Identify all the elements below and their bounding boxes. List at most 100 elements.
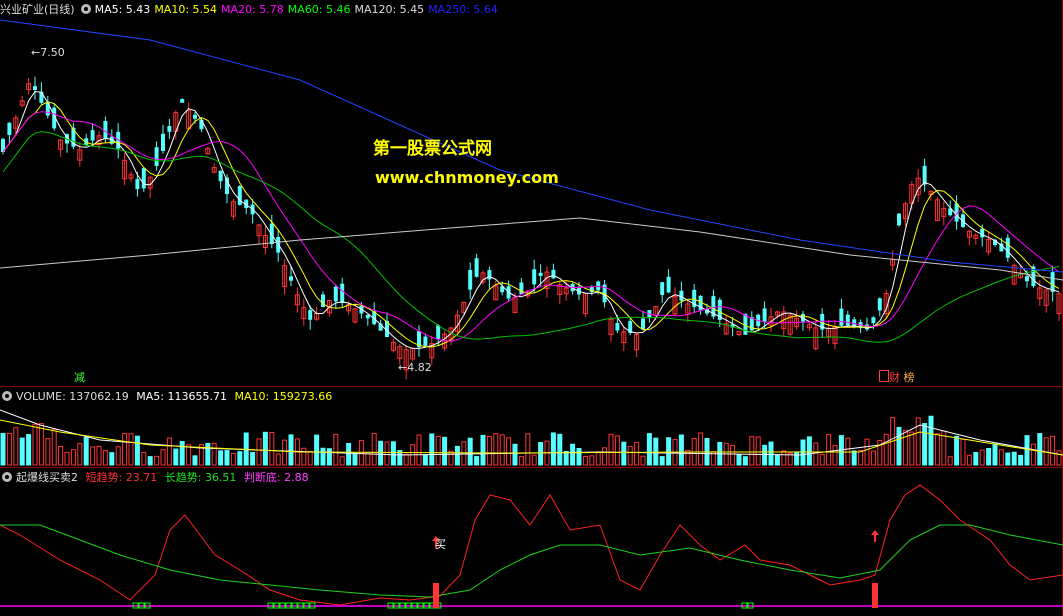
volume-bar xyxy=(173,448,179,466)
volume-bar xyxy=(730,444,736,466)
buy-arrow-icon xyxy=(871,530,879,542)
volume-bar xyxy=(768,441,774,466)
volume-bar xyxy=(806,436,812,466)
candle-body-down xyxy=(877,298,882,311)
candle-body-down xyxy=(7,122,12,135)
volume-bar xyxy=(275,453,281,466)
volume-bar xyxy=(755,436,761,466)
volume-bar xyxy=(192,455,198,466)
candle-body-down xyxy=(180,99,185,103)
volume-bar xyxy=(339,456,345,466)
volume-bar xyxy=(26,434,32,466)
volume-bar xyxy=(288,434,294,466)
volume-bar xyxy=(1005,452,1011,466)
volume-bar xyxy=(883,433,889,466)
low-arrow-icon: ← xyxy=(398,361,408,374)
candle-body-down xyxy=(308,310,313,320)
volume-bar xyxy=(64,451,70,466)
tag-right-1: 财 xyxy=(889,371,900,384)
volume-bar xyxy=(90,446,96,466)
volume-bar xyxy=(442,436,448,466)
volume-bar xyxy=(282,439,288,466)
volume-bar xyxy=(13,427,19,466)
volume-bar xyxy=(1024,435,1030,466)
volume-bar xyxy=(506,437,512,466)
volume-bar xyxy=(538,442,544,466)
volume-bar xyxy=(595,451,601,466)
volume-bar xyxy=(499,434,505,466)
candle-body-down xyxy=(922,165,927,185)
volume-bar xyxy=(326,448,332,466)
volume-bar xyxy=(1050,435,1056,466)
volume-bar xyxy=(378,440,384,466)
high-marker: ←7.50 xyxy=(31,46,65,59)
volume-bar xyxy=(45,438,51,466)
candle-body-down xyxy=(193,114,197,119)
volume-bar xyxy=(589,455,595,466)
candle-body-down xyxy=(423,336,428,346)
candle-body-down xyxy=(141,168,146,189)
volume-bar xyxy=(346,442,352,466)
volume-bar xyxy=(998,449,1004,466)
volume-bar xyxy=(58,446,64,466)
candle-body-down xyxy=(1050,272,1055,292)
candle-body-down xyxy=(154,147,159,166)
volume-bar xyxy=(858,449,864,466)
volume-bar xyxy=(685,449,691,466)
candle-body-down xyxy=(519,282,524,295)
volume-bar xyxy=(666,437,672,466)
candle-body-down xyxy=(135,179,140,190)
tag-right-group[interactable]: 财 榜 xyxy=(879,369,915,385)
candle-body-down xyxy=(218,170,223,182)
candle-body-down xyxy=(39,91,44,103)
candle-body-down xyxy=(199,119,204,130)
buy-signal-label: 买 xyxy=(435,538,446,551)
volume-bar xyxy=(256,438,262,466)
news-icon xyxy=(879,370,889,382)
volume-bar xyxy=(870,450,876,466)
candle-body-down xyxy=(468,269,473,290)
volume-bar xyxy=(851,450,857,466)
volume-bar xyxy=(109,452,115,466)
volume-bar xyxy=(51,428,57,466)
volume-bar xyxy=(659,456,665,466)
volume-bar xyxy=(742,456,748,466)
volume-bar xyxy=(934,433,940,466)
low-marker-value: 4.82 xyxy=(407,361,432,374)
volume-bar xyxy=(698,432,704,466)
volume-bar xyxy=(813,442,819,466)
volume-bar xyxy=(480,434,486,466)
candle-body-down xyxy=(897,213,901,226)
chart-canvas[interactable] xyxy=(0,0,1063,616)
volume-bar xyxy=(0,432,6,466)
volume-bar xyxy=(531,454,537,466)
volume-bar xyxy=(1056,450,1062,466)
volume-bar xyxy=(979,449,985,466)
volume-bar xyxy=(1011,451,1017,466)
stock-chart-window: 兴业矿业(日线) MA5: 5.43 MA10: 5.54 MA20: 5.78 MA6… xyxy=(0,0,1063,616)
volume-bar xyxy=(678,434,684,466)
volume-bar xyxy=(141,452,147,466)
candle-body-down xyxy=(666,276,671,293)
candle-body-down xyxy=(551,269,556,279)
candle-body-down xyxy=(269,223,274,245)
volume-bar xyxy=(416,434,422,466)
tag-left[interactable]: 减 xyxy=(74,369,85,385)
volume-bar xyxy=(627,445,633,466)
volume-bar xyxy=(448,450,454,466)
candle-body-down xyxy=(237,186,242,205)
volume-bar xyxy=(301,447,307,466)
volume-bar xyxy=(762,444,768,466)
volume-bar xyxy=(986,448,992,466)
volume-bar xyxy=(896,426,902,466)
ma250-line xyxy=(0,19,1063,273)
volume-bar xyxy=(909,431,915,466)
volume-bar xyxy=(646,433,652,466)
volume-bar xyxy=(307,450,313,466)
volume-bar xyxy=(96,445,102,466)
volume-bar xyxy=(314,434,320,466)
volume-bar xyxy=(461,441,467,466)
volume-bar xyxy=(653,437,659,466)
volume-bar xyxy=(960,438,966,466)
volume-bar xyxy=(525,433,531,466)
